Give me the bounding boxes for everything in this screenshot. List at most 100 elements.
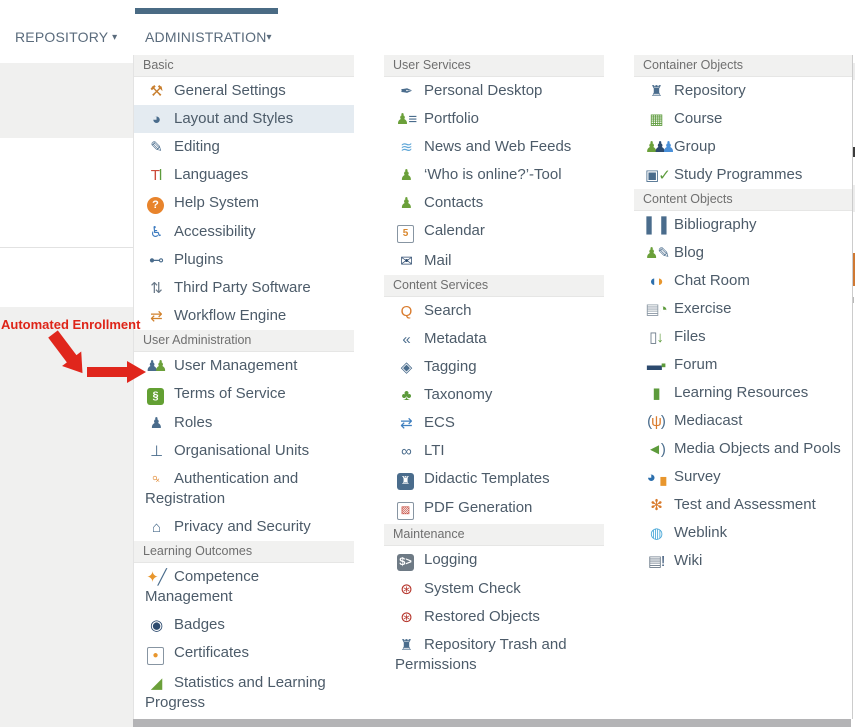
menu-item-ecs[interactable]: ⇄ECS — [384, 409, 604, 437]
menu-item-news-and-web-feeds[interactable]: ≋News and Web Feeds — [384, 133, 604, 161]
menu-item-who-is-online-tool[interactable]: ♟‘Who is online?’-Tool — [384, 161, 604, 189]
menu-item-languages[interactable]: Tl Languages — [134, 161, 354, 189]
menu-item-label: Privacy and Security — [174, 518, 311, 535]
menu-item-bibliography[interactable]: ▌▐Bibliography — [634, 211, 852, 239]
menu-item-label: Mediacast — [674, 412, 742, 429]
speaker-icon: ◄) — [645, 441, 667, 458]
menu-item-plugins[interactable]: ⊷Plugins — [134, 246, 354, 274]
menu-item-label: Survey — [674, 468, 721, 485]
menu-item-repository-trash-and-permissions[interactable]: ♜Repository Trash and Permissions — [384, 631, 604, 679]
menu-item-media-objects-and-pools[interactable]: ◄)Media Objects and Pools — [634, 435, 852, 463]
menu-item-survey[interactable]: ◕▗ Survey — [634, 463, 852, 491]
menu-item-organisational-units[interactable]: ⊥Organisational Units — [134, 437, 354, 465]
menu-item-authentication-and-registration[interactable]: ♀Authentication and Registration — [134, 465, 354, 513]
role-icon: ♟ — [145, 415, 167, 432]
menu-item-files[interactable]: ▯↓Files — [634, 323, 852, 351]
menu-item-label: General Settings — [174, 82, 286, 99]
languages-icon: Tl — [145, 167, 167, 184]
menu-item-taxonomy[interactable]: ♣Taxonomy — [384, 381, 604, 409]
menu-item-search[interactable]: QSearch — [384, 297, 604, 325]
menu-item-privacy-and-security[interactable]: ⌂ Privacy and Security — [134, 513, 354, 541]
menu-item-forum[interactable]: ▬▪Forum — [634, 351, 852, 379]
menu-item-label: System Check — [424, 580, 521, 597]
users-icon: ♟♟ — [145, 358, 167, 375]
menu-item-label: Repository Trash and Permissions — [395, 636, 567, 673]
menu-item-didactic-templates[interactable]: ♜Didactic Templates — [384, 465, 604, 494]
menu-item-help-system[interactable]: ?Help System — [134, 189, 354, 218]
magic-wand-icon: ✦╱ — [145, 569, 167, 586]
menu-item-restored-objects[interactable]: ⊛Restored Objects — [384, 603, 604, 631]
menu-item-layout-and-styles[interactable]: ◕Layout and Styles — [134, 105, 354, 133]
help-icon: ? — [147, 197, 164, 214]
administration-dropdown-menu: Basic⚒General Settings◕Layout and Styles… — [133, 55, 853, 719]
lifebuoy-icon: ⊛ — [395, 581, 417, 598]
menu-item-label: LTI — [424, 442, 445, 459]
globe-icon: ◍ — [645, 525, 667, 542]
tab-administration[interactable]: ADMINISTRATION▾ — [135, 0, 285, 55]
menu-item-wiki[interactable]: ▤!Wiki — [634, 547, 852, 575]
menu-item-accessibility[interactable]: ♿Accessibility — [134, 218, 354, 246]
menu-item-group[interactable]: ♟♟♟Group — [634, 133, 852, 161]
lock-icon: ⌂ — [145, 519, 167, 536]
chart-icon: ◢ — [145, 675, 167, 692]
menu-item-course[interactable]: ▦Course — [634, 105, 852, 133]
menu-item-label: Search — [424, 302, 472, 319]
menu-item-label: Languages — [174, 166, 248, 183]
menu-item-test-and-assessment[interactable]: ✻Test and Assessment — [634, 491, 852, 519]
menu-item-portfolio[interactable]: ♟≡Portfolio — [384, 105, 604, 133]
menu-item-tagging[interactable]: ◈Tagging — [384, 353, 604, 381]
chevron-down-icon: ▾ — [112, 32, 117, 43]
menu-item-learning-resources[interactable]: ▮Learning Resources — [634, 379, 852, 407]
menu-item-editing[interactable]: ✎Editing — [134, 133, 354, 161]
menu-item-certificates[interactable]: ●Certificates — [134, 639, 354, 669]
plug-icon: ⊷ — [145, 252, 167, 269]
menu-item-mediacast[interactable]: (ψ) Mediacast — [634, 407, 852, 435]
menu-item-logging[interactable]: $>Logging — [384, 546, 604, 575]
badge-icon: ◉ — [145, 617, 167, 634]
course-icon: ▦ — [645, 111, 667, 128]
lifebuoy-icon: ⊛ — [395, 609, 417, 626]
menu-item-weblink[interactable]: ◍Weblink — [634, 519, 852, 547]
tab-repository[interactable]: REPOSITORY ▾ — [15, 0, 125, 55]
menu-item-label: Chat Room — [674, 272, 750, 289]
menu-item-system-check[interactable]: ⊛ System Check — [384, 575, 604, 603]
menu-item-repository[interactable]: ♜Repository — [634, 77, 852, 105]
tag-icon: ◈ — [395, 359, 417, 376]
menu-item-label: Taxonomy — [424, 386, 492, 403]
menu-item-badges[interactable]: ◉Badges — [134, 611, 354, 639]
section-header-container-objects: Container Objects — [634, 55, 852, 77]
menu-item-label: Wiki — [674, 552, 702, 569]
menu-item-study-programmes[interactable]: ▣✓Study Programmes — [634, 161, 852, 189]
menu-item-general-settings[interactable]: ⚒General Settings — [134, 77, 354, 105]
menu-item-roles[interactable]: ♟Roles — [134, 409, 354, 437]
pdf-icon: ▨ — [397, 502, 414, 520]
forum-icon: ▬▪ — [645, 357, 667, 374]
menu-item-lti[interactable]: ∞LTI — [384, 437, 604, 465]
group-icon: ♟♟♟ — [645, 139, 667, 156]
menu-item-user-management[interactable]: ♟♟User Management — [134, 352, 354, 380]
menu-item-pdf-generation[interactable]: ▨PDF Generation — [384, 494, 604, 524]
menu-item-personal-desktop[interactable]: ✒Personal Desktop — [384, 77, 604, 105]
menu-item-chat-room[interactable]: ◖◗Chat Room — [634, 267, 852, 295]
file-icon: ▯↓ — [645, 329, 667, 346]
menu-item-exercise[interactable]: ▤◔Exercise — [634, 295, 852, 323]
menu-item-metadata[interactable]: «Metadata — [384, 325, 604, 353]
menu-item-competence-management[interactable]: ✦╱Competence Management — [134, 563, 354, 611]
menu-item-calendar[interactable]: 5Calendar — [384, 217, 604, 247]
menu-item-contacts[interactable]: ♟Contacts — [384, 189, 604, 217]
menu-item-statistics-and-learning-progress[interactable]: ◢Statistics and Learning Progress — [134, 669, 354, 717]
section-header-user-services: User Services — [384, 55, 604, 77]
menu-item-workflow-engine[interactable]: ⇄Workflow Engine — [134, 302, 354, 330]
menu-item-blog[interactable]: ♟✎Blog — [634, 239, 852, 267]
menu-item-terms-of-service[interactable]: §Terms of Service — [134, 380, 354, 409]
menu-item-label: Learning Resources — [674, 384, 808, 401]
rss-icon: ≋ — [395, 139, 417, 156]
paragraph-icon: § — [147, 388, 164, 405]
section-header-content-services: Content Services — [384, 275, 604, 297]
broadcast-icon: (ψ) — [645, 413, 667, 430]
menu-item-third-party-software[interactable]: ⇅Third Party Software — [134, 274, 354, 302]
menu-item-label: Mail — [424, 252, 452, 269]
pie-icon: ◕▗ — [645, 469, 667, 486]
menu-item-mail[interactable]: ✉Mail — [384, 247, 604, 275]
tab-administration-label: ADMINISTRATION — [145, 29, 267, 45]
